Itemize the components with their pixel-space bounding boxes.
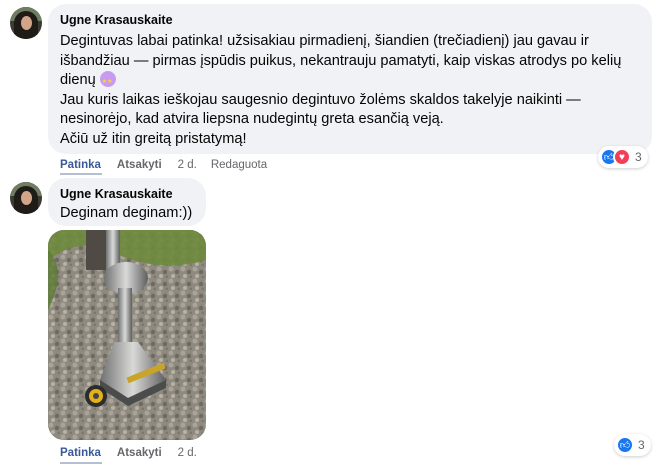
avatar[interactable] bbox=[10, 7, 42, 39]
like-underline bbox=[60, 462, 102, 464]
reactions-badge[interactable]: 👍︎ 3 bbox=[614, 434, 651, 456]
comment-actions: Patinka Atsakyti 2 d. bbox=[60, 447, 211, 459]
comment-text-line: Degintuvas labai patinka! užsisakiau pir… bbox=[60, 33, 589, 49]
comment-author[interactable]: Ugne Krasauskaite bbox=[60, 12, 640, 28]
reaction-count: 3 bbox=[638, 438, 645, 452]
love-icon: ♥ bbox=[613, 148, 631, 166]
like-button[interactable]: Patinka bbox=[60, 159, 101, 171]
reply-button[interactable]: Atsakyti bbox=[117, 447, 162, 459]
like-button[interactable]: Patinka bbox=[60, 447, 101, 459]
comment-photo[interactable] bbox=[48, 230, 206, 440]
comment-text-line: Ačiū už itin greitą pristatymą! bbox=[60, 130, 247, 147]
comment-bubble: Ugne Krasauskaite Deginam deginam:)) bbox=[48, 178, 206, 226]
timestamp[interactable]: 2 d. bbox=[178, 159, 197, 171]
comment-author[interactable]: Ugne Krasauskaite bbox=[60, 186, 194, 202]
comment-text-line: Jau kuris laikas ieškojau saugesnio degi… bbox=[60, 91, 581, 108]
comment-bubble: Ugne Krasauskaite Degintuvas labai patin… bbox=[48, 4, 652, 154]
timestamp[interactable]: 2 d. bbox=[178, 447, 197, 459]
reply-button[interactable]: Atsakyti bbox=[117, 159, 162, 171]
comment-actions: Patinka Atsakyti 2 d. Redaguota bbox=[60, 159, 283, 171]
comment-text-line: Deginam deginam:)) bbox=[60, 205, 193, 221]
weed-burner-photo bbox=[48, 230, 206, 440]
reactions-badge[interactable]: 👍︎ ♥ 3 bbox=[598, 146, 648, 168]
edited-label[interactable]: Redaguota bbox=[211, 159, 267, 171]
comment-text-segment: dienų bbox=[60, 72, 96, 88]
comment-text-line: nesinorėjo, kad atvira liepsna nudegintų… bbox=[60, 111, 444, 127]
avatar[interactable] bbox=[10, 182, 42, 214]
star-struck-emoji-icon bbox=[99, 71, 116, 93]
comment-text-line: išbandžiau — pirmas įspūdis puikus, neka… bbox=[60, 52, 622, 69]
comment-text-line: dienų bbox=[60, 71, 640, 93]
like-underline bbox=[60, 173, 102, 175]
reaction-count: 3 bbox=[635, 150, 642, 164]
like-icon: 👍︎ bbox=[616, 436, 634, 454]
